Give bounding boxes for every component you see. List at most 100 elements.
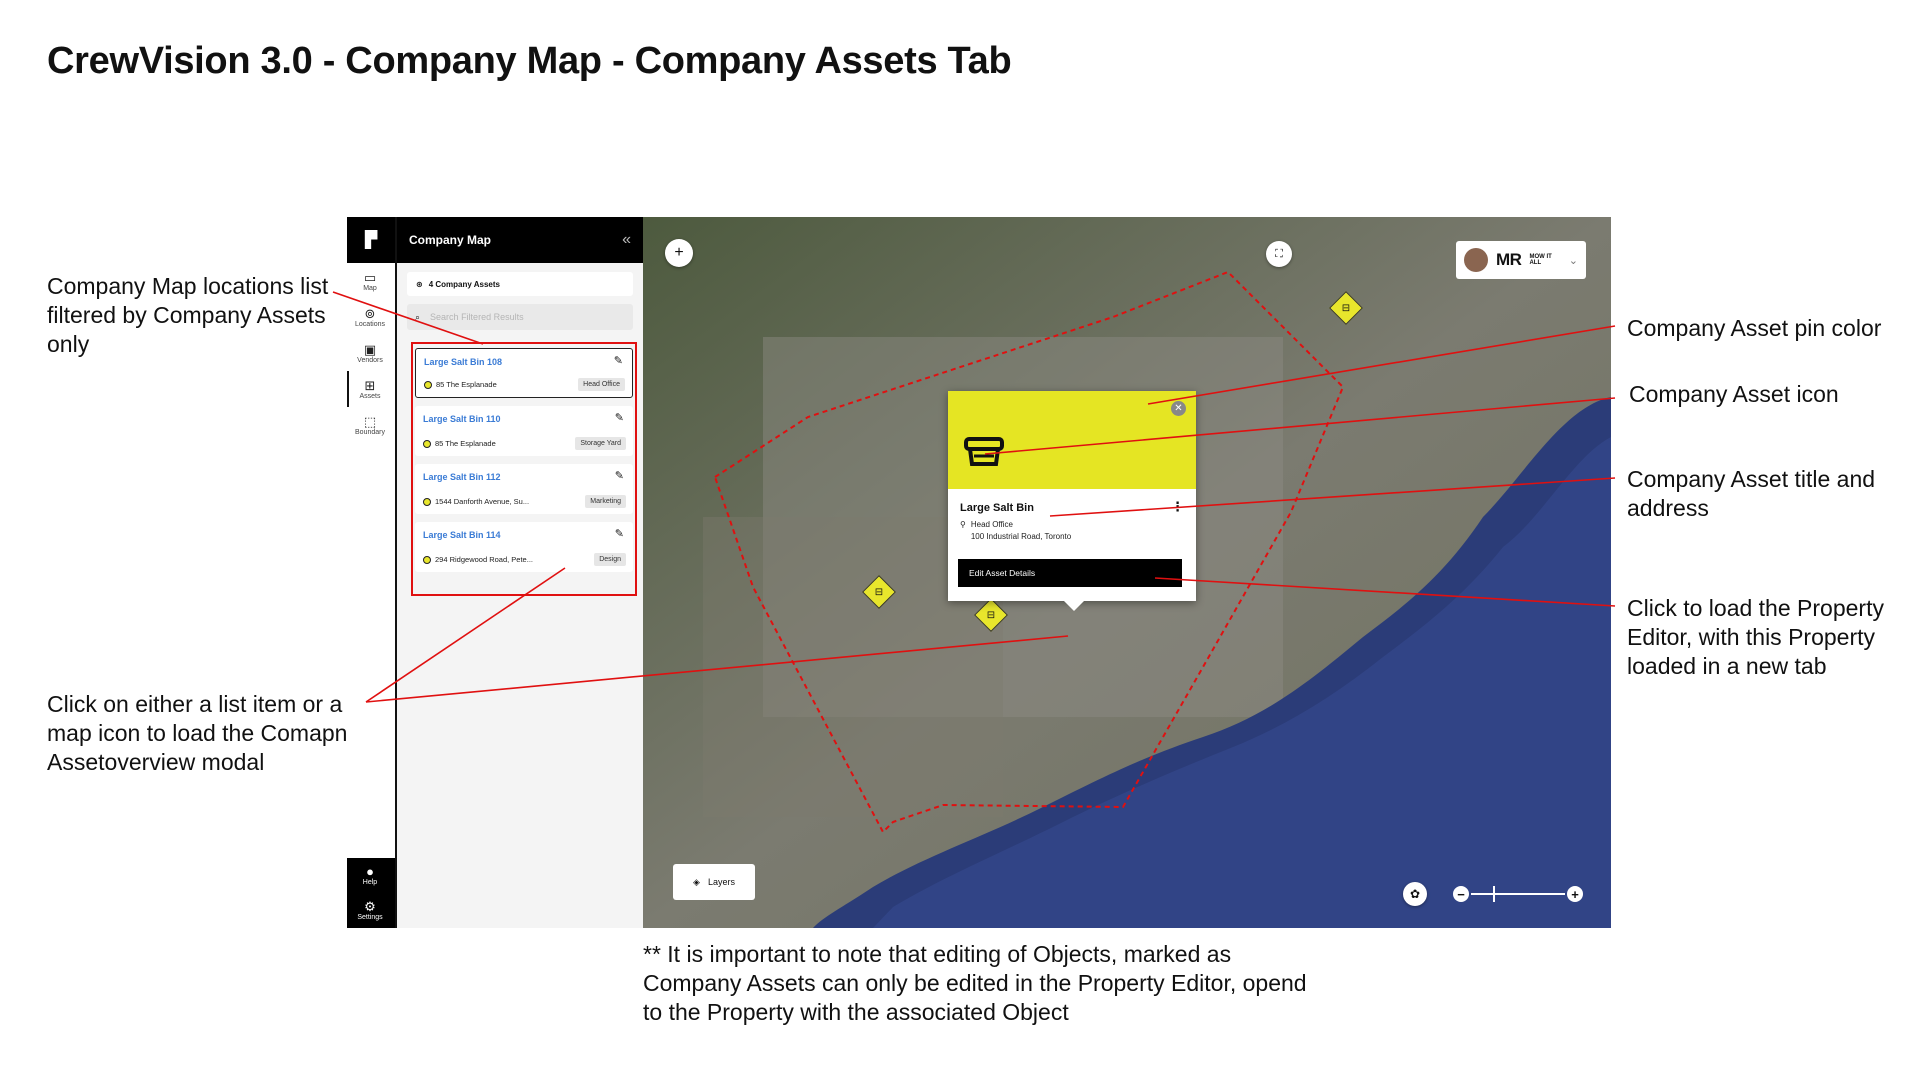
list-item[interactable]: Large Salt Bin 112 ✎ 1544 Danforth Avenu… <box>415 464 633 514</box>
rail-item-label: Locations <box>355 320 385 328</box>
panel-header: Company Map « <box>397 217 643 263</box>
assets-filter-icon: ⊛ <box>416 279 423 289</box>
asset-pin-icon <box>424 380 432 389</box>
add-location-button[interactable]: + <box>665 239 693 267</box>
rail-item-boundary[interactable]: ⬚ Boundary <box>347 407 393 443</box>
rail-item-label: Settings <box>357 914 383 921</box>
annotation-title-address: Company Asset title and address <box>1627 466 1876 521</box>
rail-item-label: Assets <box>359 392 381 400</box>
collapse-panel-icon[interactable]: « <box>622 231 631 249</box>
close-icon[interactable]: ✕ <box>1171 401 1186 416</box>
rail-item-map[interactable]: ▭ Map <box>347 263 393 299</box>
more-options-icon[interactable]: ⋮ <box>1171 499 1184 515</box>
list-item[interactable]: Large Salt Bin 108 ✎ 85 The Esplanade He… <box>415 348 633 398</box>
asset-pin-icon <box>423 497 431 506</box>
rail-item-label: Vendors <box>357 356 383 364</box>
annotation-asset-icon: Company Asset icon <box>1629 381 1839 407</box>
rail-bottom: ● Help ⚙ Settings <box>347 858 395 928</box>
address-text: 85 The Esplanade <box>435 439 496 448</box>
map-view[interactable]: + ⛶ MR MOW IT ALL ⌄ ⊟ ⊟ ⊟ ✕ Large Salt B… <box>643 217 1611 928</box>
search-box: ⌕ <box>407 304 633 330</box>
salt-bin-icon: ⊟ <box>874 586 884 598</box>
vendors-icon: ▣ <box>363 341 377 357</box>
brand-logo-small: MOW IT ALL <box>1529 254 1552 266</box>
page-title: CrewVision 3.0 - Company Map - Company A… <box>47 40 1012 82</box>
edit-icon[interactable]: ✎ <box>614 354 623 367</box>
salt-bin-icon: ⊟ <box>986 609 996 621</box>
zoom-slider[interactable]: − + <box>1453 884 1583 904</box>
annotation-list-filter: Company Map locations list filtered by C… <box>47 273 329 357</box>
brand-logo: MR <box>1496 250 1522 269</box>
rail-item-label: Boundary <box>355 428 385 436</box>
list-item-address: 85 The Esplanade <box>423 439 496 448</box>
modal-pointer <box>1064 601 1084 611</box>
modal-banner: ✕ <box>948 391 1196 489</box>
search-input[interactable] <box>428 311 613 323</box>
location-name: Head Office <box>970 520 1013 529</box>
locations-panel: Company Map « ⊛ 4 Company Assets ⌕ Large… <box>397 217 643 928</box>
salt-bin-icon <box>964 437 1004 466</box>
location-tag: Design <box>594 553 626 566</box>
modal-title: Large Salt Bin <box>960 502 1034 514</box>
asset-pin-icon <box>423 555 431 564</box>
help-icon: ● <box>366 864 374 879</box>
annotation-property-editor: Click to load the Property Editor, with … <box>1627 595 1884 679</box>
address-text: 294 Ridgewood Road, Pete... <box>435 555 533 564</box>
zoom-in-button[interactable]: + <box>1567 886 1583 902</box>
list-item-title: Large Salt Bin 114 <box>423 530 501 540</box>
map-icon: ▭ <box>363 269 377 285</box>
recenter-icon[interactable]: ✿ <box>1403 882 1427 906</box>
app-window: ▛ ▭ Map ⊚ Locations ▣ Vendors ⊞ Assets ⬚… <box>347 217 1611 928</box>
rail-item-vendors[interactable]: ▣ Vendors <box>347 335 393 371</box>
search-icon: ⌕ <box>415 311 421 322</box>
footnote: ** It is important to note that editing … <box>643 941 1307 1025</box>
list-item-title: Large Salt Bin 108 <box>424 357 503 367</box>
modal-location: ⚲ Head Office 100 Industrial Road, Toron… <box>960 519 1071 543</box>
list-item-address: 1544 Danforth Avenue, Su... <box>423 497 529 506</box>
asset-pin-icon <box>423 439 431 448</box>
annotation-click-item: Click on either a list item or a map ico… <box>47 691 359 775</box>
avatar <box>1464 248 1488 272</box>
edit-icon[interactable]: ✎ <box>615 469 624 482</box>
location-tag: Storage Yard <box>575 437 626 450</box>
app-logo-icon: ▛ <box>347 217 395 263</box>
edit-icon[interactable]: ✎ <box>615 411 624 424</box>
fullscreen-icon[interactable]: ⛶ <box>1266 241 1292 267</box>
rail-item-assets[interactable]: ⊞ Assets <box>347 371 393 407</box>
boundary-icon: ⬚ <box>363 413 377 429</box>
edit-icon[interactable]: ✎ <box>615 527 624 540</box>
rail-item-label: Help <box>362 879 378 886</box>
location-tag: Head Office <box>578 378 625 391</box>
address-text: 85 The Esplanade <box>436 380 497 389</box>
chevron-down-icon: ⌄ <box>1568 254 1578 267</box>
rail-item-help[interactable]: ● Help <box>347 858 393 893</box>
layers-icon: ◈ <box>693 876 700 887</box>
locations-icon: ⊚ <box>364 305 376 321</box>
list-item[interactable]: Large Salt Bin 114 ✎ 294 Ridgewood Road,… <box>415 522 633 572</box>
list-item-title: Large Salt Bin 112 <box>423 472 501 482</box>
list-item-address: 294 Ridgewood Road, Pete... <box>423 555 533 564</box>
asset-list: Large Salt Bin 108 ✎ 85 The Esplanade He… <box>411 342 637 596</box>
address-text: 1544 Danforth Avenue, Su... <box>435 497 530 506</box>
zoom-track <box>1471 893 1565 895</box>
rail-item-label: Map <box>363 284 377 292</box>
zoom-out-button[interactable]: − <box>1453 886 1469 902</box>
filter-label: 4 Company Assets <box>428 279 500 289</box>
list-item[interactable]: Large Salt Bin 110 ✎ 85 The Esplanade St… <box>415 406 633 456</box>
panel-title: Company Map <box>409 233 492 247</box>
account-menu[interactable]: MR MOW IT ALL ⌄ <box>1456 241 1586 279</box>
rail-item-locations[interactable]: ⊚ Locations <box>347 299 393 335</box>
layers-button[interactable]: ◈ Layers <box>673 864 755 900</box>
assets-icon: ⊞ <box>364 377 376 393</box>
layers-label: Layers <box>707 877 735 887</box>
edit-asset-details-button[interactable]: Edit Asset Details <box>958 559 1182 587</box>
list-item-title: Large Salt Bin 110 <box>423 414 501 424</box>
rail-item-settings[interactable]: ⚙ Settings <box>347 893 393 928</box>
filter-chip[interactable]: ⊛ 4 Company Assets <box>407 272 633 296</box>
gear-icon: ⚙ <box>364 899 376 914</box>
salt-bin-icon: ⊟ <box>1341 302 1351 314</box>
list-item-address: 85 The Esplanade <box>424 380 497 389</box>
location-tag: Marketing <box>585 495 626 508</box>
asset-overview-modal: ✕ Large Salt Bin ⋮ ⚲ Head Office 100 Ind… <box>948 391 1196 611</box>
zoom-thumb[interactable] <box>1493 886 1495 902</box>
